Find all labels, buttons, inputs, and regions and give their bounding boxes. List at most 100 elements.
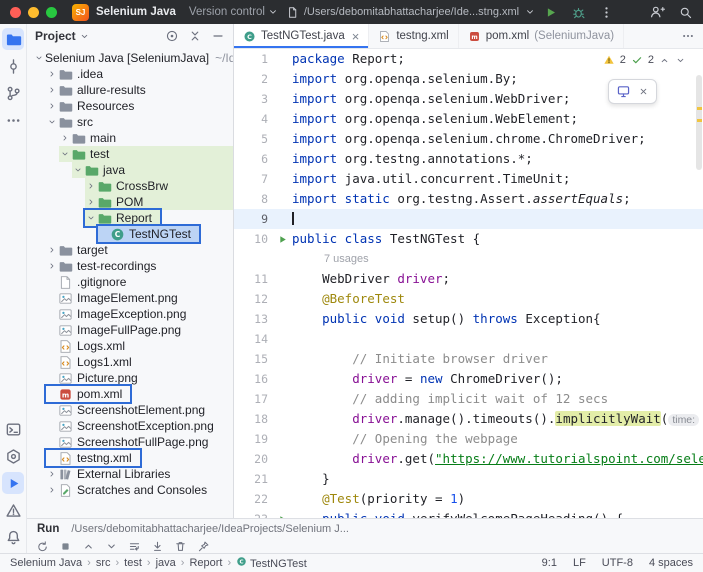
more-tools-icon[interactable] [2,109,24,131]
editor-scrollbar[interactable] [696,75,702,170]
project-name-widget[interactable]: Selenium Java [96,6,176,18]
chevron-right-icon[interactable] [46,69,58,79]
tree-item[interactable]: test [27,146,233,162]
tree-item[interactable]: External Libraries [27,466,233,482]
tree-item[interactable]: mpom.xml [27,386,233,402]
stop-icon[interactable] [59,540,72,553]
code-line[interactable]: 14 [234,329,703,349]
project-icon[interactable] [2,28,24,50]
notifications-icon[interactable] [2,526,24,548]
code-line[interactable]: 6import org.testng.annotations.*; [234,149,703,169]
code-line[interactable]: 16 driver = new ChromeDriver(); [234,369,703,389]
tree-item[interactable]: testng.xml [27,450,233,466]
project-panel-title[interactable]: Project [35,29,76,43]
line-separator[interactable]: LF [573,557,586,569]
code-line[interactable]: 10public class TestNGTest { [234,229,703,249]
tree-item[interactable]: .gitignore [27,274,233,290]
code-line[interactable]: 12 @BeforeTest [234,289,703,309]
breadcrumb-item[interactable]: Selenium Java [10,557,82,569]
code-line[interactable]: 20 driver.get("https://www.tutorialspoin… [234,449,703,469]
vcs-widget[interactable]: Version control [189,6,279,18]
debug-button[interactable] [571,5,586,20]
close-tab-icon[interactable]: × [352,30,360,43]
run-config-tab[interactable]: /Users/debomitabhattacharjee/IdeaProject… [71,523,349,535]
locate-file-icon[interactable] [165,29,179,43]
code-line[interactable]: 7import java.util.concurrent.TimeUnit; [234,169,703,189]
monitor-icon[interactable] [616,84,631,99]
usages-hint[interactable]: 7 usages [234,249,703,269]
tree-item[interactable]: Logs1.xml [27,354,233,370]
breadcrumb-item[interactable]: src [96,557,111,569]
code-line[interactable]: 15 // Initiate browser driver [234,349,703,369]
tree-item[interactable]: Resources [27,98,233,114]
tree-item[interactable]: CrossBrw [27,178,233,194]
chevron-down-icon[interactable] [85,213,97,223]
chevron-down-icon[interactable] [46,117,58,127]
code-line[interactable]: 11 WebDriver driver; [234,269,703,289]
problems-icon[interactable] [2,499,24,521]
maximize-window-button[interactable] [46,7,57,18]
tree-item[interactable]: target [27,242,233,258]
tree-item[interactable]: Logs.xml [27,338,233,354]
run-tool-icon[interactable] [2,472,24,494]
chevron-right-icon[interactable] [46,485,58,495]
tree-item[interactable]: src [27,114,233,130]
tree-item[interactable]: java [27,162,233,178]
collapse-all-icon[interactable] [188,29,202,43]
tree-item[interactable]: main [27,130,233,146]
services-icon[interactable] [2,445,24,467]
code-line[interactable]: 5import org.openqa.selenium.chrome.Chrom… [234,129,703,149]
code-editor[interactable]: 1package Report;2import org.openqa.selen… [234,49,703,518]
tree-item[interactable]: Selenium Java [SeleniumJava]~/IdeaProjec… [27,50,233,66]
chevron-right-icon[interactable] [46,245,58,255]
run-configuration-widget[interactable]: /Users/debomitabhattacharjee/Ide...stng.… [286,6,536,19]
more-actions-icon[interactable] [599,5,614,20]
code-with-me-icon[interactable] [649,4,665,20]
indent-style[interactable]: 4 spaces [649,557,693,569]
code-line[interactable]: 13 public void setup() throws Exception{ [234,309,703,329]
run-gutter-icon[interactable] [272,234,292,245]
code-line[interactable]: 18 driver.manage().timeouts().implicitly… [234,409,703,429]
breadcrumb-item[interactable]: java [156,557,176,569]
tree-item[interactable]: Picture.png [27,370,233,386]
close-window-button[interactable] [10,7,21,18]
hide-panel-icon[interactable] [211,29,225,43]
tree-item[interactable]: test-recordings [27,258,233,274]
pin-icon[interactable] [197,540,210,553]
chevron-down-icon[interactable] [59,149,71,159]
code-line[interactable]: 19 // Opening the webpage [234,429,703,449]
code-line[interactable]: 17 // adding implicit wait of 12 secs [234,389,703,409]
breadcrumb-item[interactable]: Report [189,557,222,569]
tree-item[interactable]: ScreenshotFullPage.png [27,434,233,450]
tab-list-more-icon[interactable] [673,24,703,48]
previous-error-icon[interactable] [659,55,670,66]
tree-item[interactable]: CTestNGTest [27,226,233,242]
tree-item[interactable]: ImageElement.png [27,290,233,306]
tree-item[interactable]: ImageException.png [27,306,233,322]
close-icon[interactable] [638,86,649,97]
chevron-right-icon[interactable] [46,469,58,479]
commit-icon[interactable] [2,55,24,77]
chevron-right-icon[interactable] [46,85,58,95]
code-line[interactable]: 4import org.openqa.selenium.WebElement; [234,109,703,129]
next-occurrence-icon[interactable] [105,540,118,553]
tree-item[interactable]: ScreenshotException.png [27,418,233,434]
inspections-widget[interactable]: 2 2 [598,52,691,68]
code-line[interactable]: 22 @Test(priority = 1) [234,489,703,509]
soft-wrap-icon[interactable] [128,540,141,553]
editor-tab[interactable]: testng.xml [369,24,458,48]
chevron-right-icon[interactable] [46,261,58,271]
file-encoding[interactable]: UTF-8 [602,557,633,569]
tree-item[interactable]: .idea [27,66,233,82]
clear-all-icon[interactable] [174,540,187,553]
code-line[interactable]: 21 } [234,469,703,489]
code-line[interactable]: 9 [234,209,703,229]
chevron-right-icon[interactable] [46,101,58,111]
run-button[interactable] [543,5,558,20]
chevron-right-icon[interactable] [59,133,71,143]
minimize-window-button[interactable] [28,7,39,18]
run-panel-title[interactable]: Run [37,523,59,535]
tree-item[interactable]: Report [27,210,233,226]
breadcrumb-item[interactable]: test [124,557,142,569]
tree-item[interactable]: ImageFullPage.png [27,322,233,338]
